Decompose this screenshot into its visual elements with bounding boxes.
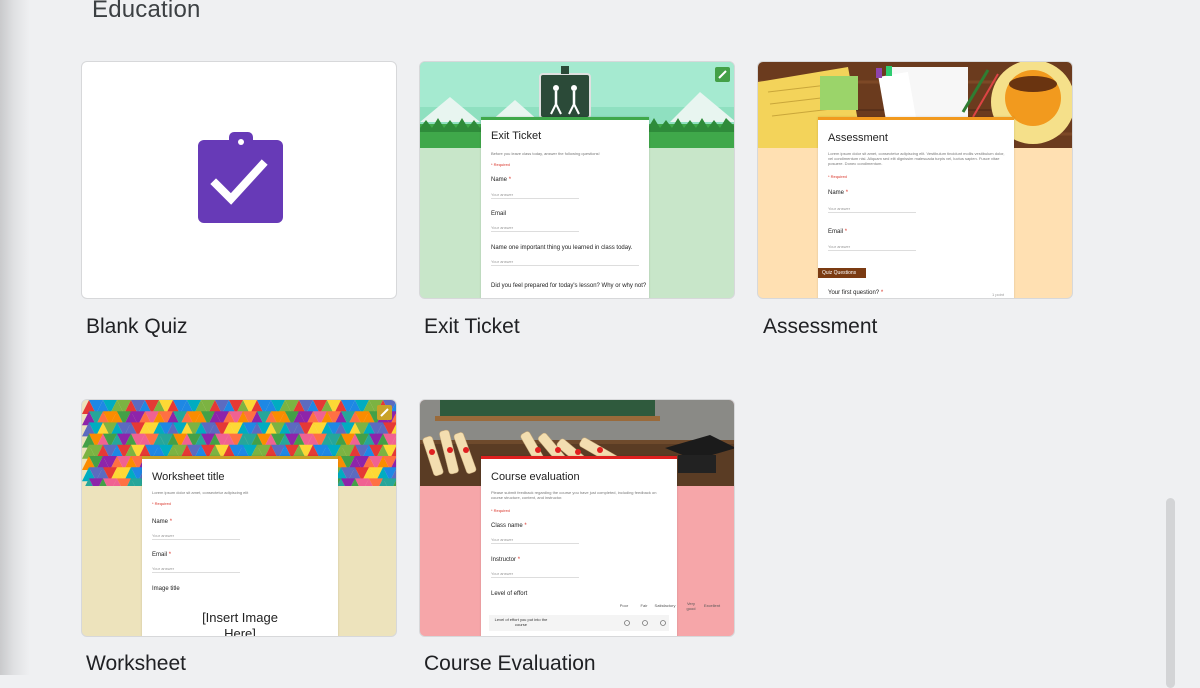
- form-title: Course evaluation: [491, 471, 580, 483]
- form-question: Image title: [152, 586, 180, 592]
- form-required-note: * Required: [152, 501, 171, 506]
- template-card-course-evaluation[interactable]: Course evaluation Please submit feedback…: [419, 399, 735, 637]
- image-placeholder: [Insert Image Here]: [202, 610, 278, 637]
- grid-column: Very good: [686, 601, 696, 611]
- template-label-exit-ticket[interactable]: Exit Ticket: [424, 315, 520, 339]
- clipboard-check-icon: [198, 132, 283, 223]
- form-question: Email *: [828, 229, 848, 235]
- form-title: Worksheet title: [152, 471, 225, 483]
- template-card-exit-ticket[interactable]: Exit Ticket Before you leave class today…: [419, 61, 735, 299]
- form-question: Level of effort: [491, 591, 528, 597]
- form-answer-field: Your answer: [828, 244, 916, 251]
- form-question: Your first question? *: [828, 290, 884, 296]
- worksheet-form-preview: Worksheet title Lorem ipsum dolor sit am…: [142, 456, 338, 637]
- template-card-blank-quiz[interactable]: [81, 61, 397, 299]
- form-answer-field: Your answer: [152, 566, 240, 573]
- form-answer-field: Your answer: [491, 225, 579, 232]
- form-question: Name *: [828, 190, 849, 196]
- form-answer-field: Your answer: [491, 537, 579, 544]
- form-answer-field: Your answer: [491, 571, 579, 578]
- template-label-assessment[interactable]: Assessment: [763, 315, 877, 339]
- form-question: Did you feel prepared for today's lesson…: [491, 283, 647, 289]
- form-description: Lorem ipsum dolor sit amet, consectetur …: [152, 490, 249, 495]
- template-card-assessment[interactable]: Assessment Lorem ipsum dolor sit amet, c…: [757, 61, 1073, 299]
- form-description: Please submit feedback regarding the cou…: [491, 490, 657, 500]
- form-question: Email: [491, 211, 507, 217]
- form-question: Class name *: [491, 523, 527, 529]
- form-section-badge: Quiz Questions: [818, 268, 867, 278]
- form-question: Email *: [152, 552, 172, 558]
- form-title: Exit Ticket: [491, 130, 542, 142]
- form-required-note: * Required: [491, 162, 510, 167]
- grid-row: Level of effort you put into the course: [489, 615, 669, 631]
- left-edge-shadow: [0, 0, 30, 675]
- template-label-worksheet[interactable]: Worksheet: [86, 652, 186, 676]
- form-answer-field: Your answer: [152, 533, 240, 540]
- grid-column: Poor: [619, 603, 629, 608]
- template-card-worksheet[interactable]: Worksheet title Lorem ipsum dolor sit am…: [81, 399, 397, 637]
- form-required-note: * Required: [491, 508, 510, 513]
- form-question: Name *: [152, 519, 173, 525]
- form-description: Before you leave class today, answer the…: [491, 151, 600, 156]
- form-title: Assessment: [828, 132, 888, 144]
- exit-ticket-form-preview: Exit Ticket Before you leave class today…: [481, 117, 649, 298]
- grid-column: Excellent: [703, 603, 721, 608]
- grid-column: Fair: [640, 603, 648, 608]
- form-required-note: * Required: [828, 174, 847, 179]
- form-question: Name *: [491, 177, 512, 183]
- pencil-icon: [715, 67, 730, 82]
- form-description: Lorem ipsum dolor sit amet, consectetur …: [828, 151, 1005, 166]
- assessment-form-preview: Assessment Lorem ipsum dolor sit amet, c…: [818, 117, 1014, 298]
- template-label-course-evaluation[interactable]: Course Evaluation: [424, 652, 596, 676]
- form-question: Instructor *: [491, 557, 521, 563]
- form-answer-field: Your answer: [828, 206, 916, 213]
- course-evaluation-form-preview: Course evaluation Please submit feedback…: [481, 456, 720, 636]
- form-question: Name one important thing you learned in …: [491, 245, 633, 251]
- section-title: Education: [92, 0, 201, 23]
- vertical-scrollbar[interactable]: [1166, 498, 1175, 688]
- form-points: 1 point: [991, 292, 1004, 297]
- form-answer-field: Your answer: [491, 259, 639, 266]
- grid-column: Satisfactory: [654, 603, 676, 608]
- form-answer-field: Your answer: [491, 192, 579, 199]
- template-label-blank-quiz[interactable]: Blank Quiz: [86, 315, 188, 339]
- grid-radio-buttons: [624, 620, 666, 626]
- pencil-icon: [377, 405, 392, 420]
